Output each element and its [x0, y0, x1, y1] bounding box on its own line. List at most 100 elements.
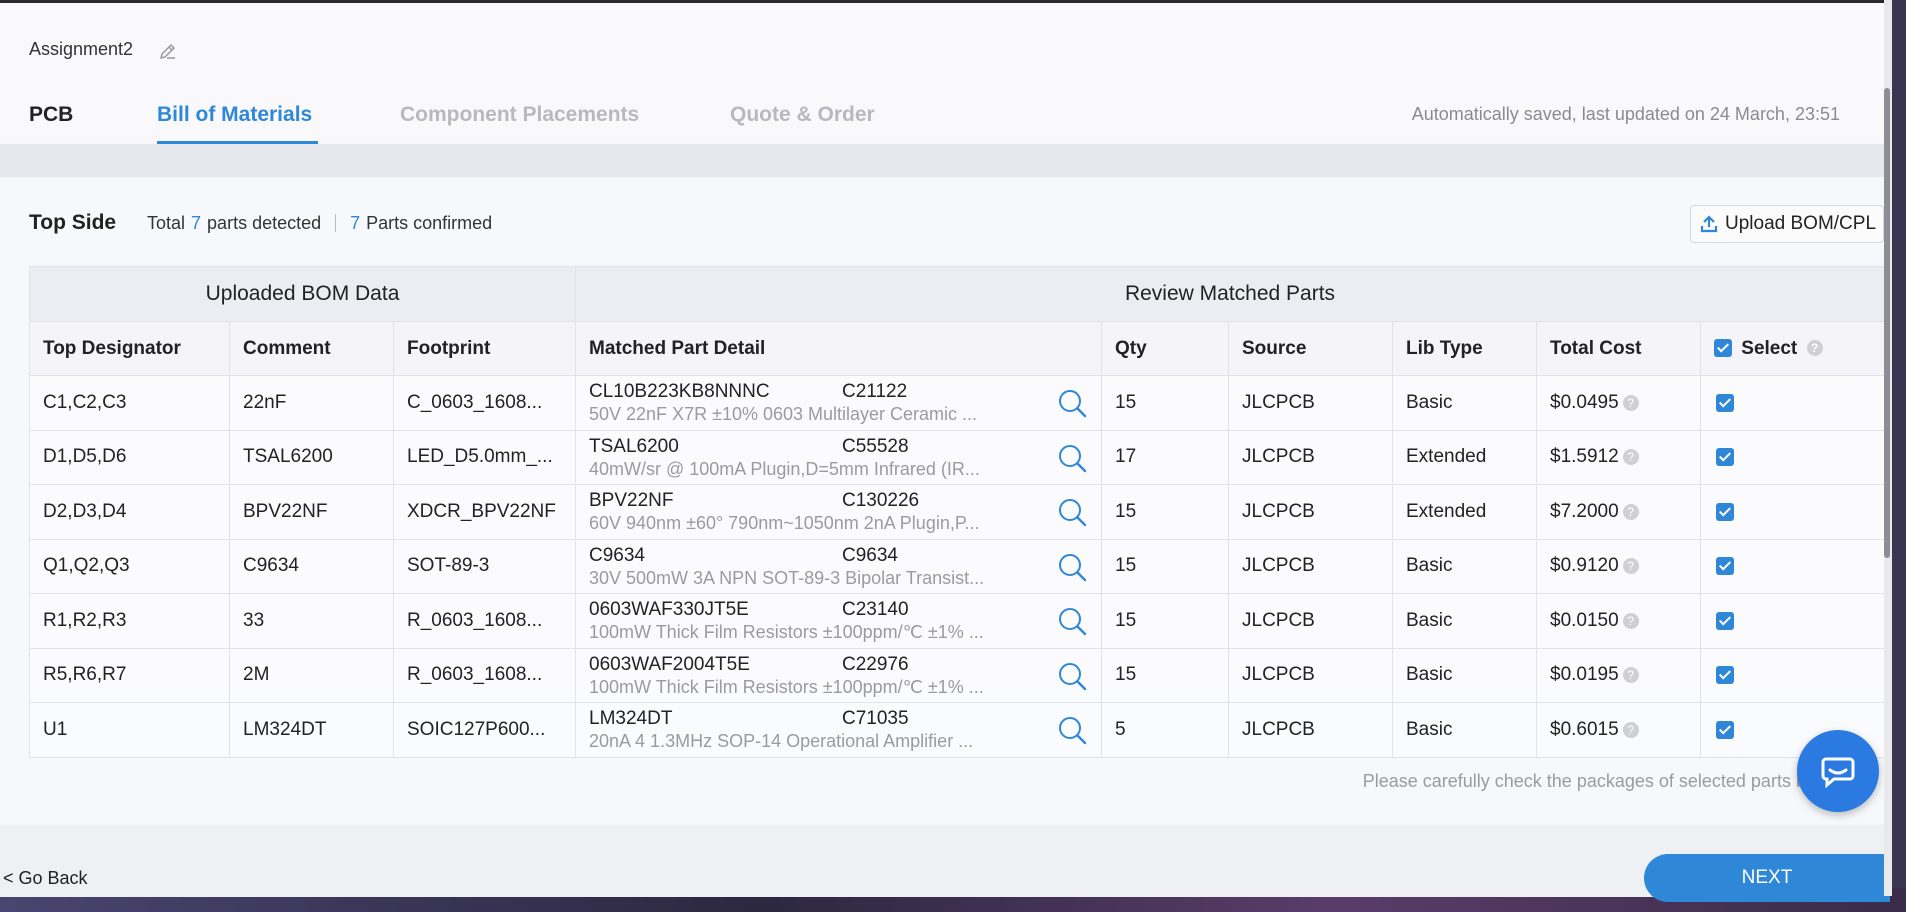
- row-select-checkbox[interactable]: [1716, 666, 1734, 685]
- search-part-icon[interactable]: [1057, 552, 1087, 582]
- table-row: C1,C2,C3 22nF C_0603_1608... CL10B223KB8NNN…: [29, 375, 1885, 431]
- select-label: Select: [1741, 337, 1798, 359]
- select-all-checkbox[interactable]: [1714, 339, 1732, 358]
- row-select-checkbox[interactable]: [1716, 448, 1734, 467]
- part-lcsc-code[interactable]: C130226: [842, 490, 919, 512]
- comment-cell: TSAL6200: [229, 429, 394, 485]
- help-icon[interactable]: ?: [1622, 721, 1639, 738]
- part-lcsc-code[interactable]: C22976: [842, 654, 909, 676]
- part-description: 60V 940nm ±60° 790nm~1050nm 2nA Plugin,P…: [589, 513, 980, 534]
- detected-label: parts detected: [207, 213, 322, 233]
- part-mpn[interactable]: CL10B223KB8NNNC: [589, 381, 842, 403]
- matched-part-cell: LM324DT C71035 20nA 4 1.3MHz SOP-14 Operat…: [575, 702, 1102, 758]
- matched-part-cell: BPV22NF C130226 60V 940nm ±60° 790nm~1050n…: [575, 484, 1102, 540]
- cost-value: $0.0495: [1550, 391, 1619, 413]
- part-mpn[interactable]: LM324DT: [589, 708, 842, 730]
- matched-part-cell: TSAL6200 C55528 40mW/sr @ 100mA Plugin,D=5…: [575, 429, 1102, 485]
- part-mpn[interactable]: 0603WAF2004T5E: [589, 654, 842, 676]
- matched-part-cell: C9634 C9634 30V 500mW 3A NPN SOT-89-3 Bipo…: [575, 538, 1102, 594]
- col-footprint: Footprint: [393, 321, 576, 376]
- lib-type-cell: Extended: [1392, 429, 1537, 485]
- table-row: D2,D3,D4 BPV22NF XDCR_BPV22NF BPV22NF C13022…: [29, 484, 1885, 540]
- row-select-checkbox[interactable]: [1716, 393, 1734, 412]
- table-row: R1,R2,R3 33 R_0603_1608... 0603WAF330JT5E C2…: [29, 593, 1885, 649]
- col-top-designator: Top Designator: [29, 321, 230, 376]
- search-part-icon[interactable]: [1057, 715, 1087, 745]
- tab-bill-of-materials[interactable]: Bill of Materials: [157, 103, 312, 127]
- search-part-icon[interactable]: [1057, 497, 1087, 527]
- qty-cell: 15: [1101, 538, 1229, 594]
- chat-support-button[interactable]: [1797, 730, 1879, 812]
- part-description: 40mW/sr @ 100mA Plugin,D=5mm Infrared (I…: [589, 458, 980, 479]
- col-lib-type: Lib Type: [1392, 321, 1537, 376]
- part-description: 100mW Thick Film Resistors ±100ppm/℃ ±1%…: [589, 676, 984, 697]
- table-header: Top Designator Comment Footprint Matched…: [29, 321, 1885, 376]
- confirmed-label: Parts confirmed: [366, 213, 493, 233]
- help-icon[interactable]: ?: [1622, 503, 1639, 520]
- upload-label: Upload BOM/CPL: [1725, 213, 1877, 234]
- help-icon[interactable]: ?: [1622, 394, 1639, 411]
- part-lcsc-code[interactable]: C71035: [842, 708, 909, 730]
- tab-pcb[interactable]: PCB: [29, 103, 73, 127]
- lib-type-cell: Basic: [1392, 375, 1537, 431]
- comment-cell: LM324DT: [229, 702, 394, 758]
- scrollbar-thumb[interactable]: [1884, 88, 1890, 558]
- go-back-link[interactable]: < Go Back: [3, 868, 88, 889]
- search-part-icon[interactable]: [1057, 606, 1087, 636]
- help-icon[interactable]: ?: [1806, 340, 1823, 357]
- search-part-icon[interactable]: [1057, 661, 1087, 691]
- row-select-checkbox[interactable]: [1716, 611, 1734, 630]
- comment-cell: 2M: [229, 647, 394, 703]
- lib-type-cell: Basic: [1392, 593, 1537, 649]
- help-icon[interactable]: ?: [1622, 612, 1639, 629]
- col-comment: Comment: [229, 321, 394, 376]
- part-lcsc-code[interactable]: C21122: [842, 381, 907, 403]
- search-part-icon[interactable]: [1057, 443, 1087, 473]
- table-row: D1,D5,D6 TSAL6200 LED_D5.0mm_... TSAL6200 C5…: [29, 429, 1885, 485]
- total-cost-cell: $0.9120?: [1536, 538, 1701, 594]
- total-cost-cell: $1.5912?: [1536, 429, 1701, 485]
- designator-cell: C1,C2,C3: [29, 375, 230, 431]
- part-mpn[interactable]: BPV22NF: [589, 490, 842, 512]
- tab-component-placements[interactable]: Component Placements: [400, 103, 639, 127]
- upload-bom-cpl-button[interactable]: Upload BOM/CPL: [1690, 205, 1884, 243]
- part-mpn[interactable]: TSAL6200: [589, 436, 842, 458]
- table-row: Q1,Q2,Q3 C9634 SOT-89-3 C9634 C9634 30V 500mW…: [29, 538, 1885, 594]
- divider-band: [0, 144, 1884, 177]
- help-icon[interactable]: ?: [1622, 449, 1639, 466]
- part-mpn[interactable]: C9634: [589, 545, 842, 567]
- edit-icon[interactable]: [158, 41, 178, 61]
- project-name: Assignment2: [29, 39, 134, 59]
- cost-value: $1.5912: [1550, 446, 1619, 468]
- search-part-icon[interactable]: [1057, 388, 1087, 418]
- select-cell: [1700, 484, 1885, 540]
- chat-icon: [1821, 757, 1855, 789]
- page-footer: [0, 825, 1884, 897]
- footprint-cell: XDCR_BPV22NF: [393, 484, 576, 540]
- table-row: U1 LM324DT SOIC127P600... LM324DT C71035 20nA…: [29, 702, 1885, 758]
- total-cost-cell: $0.0195?: [1536, 647, 1701, 703]
- cost-value: $0.6015: [1550, 718, 1619, 740]
- next-button[interactable]: NEXT: [1644, 854, 1890, 902]
- tab-quote-order[interactable]: Quote & Order: [730, 103, 875, 127]
- footprint-cell: SOIC127P600...: [393, 702, 576, 758]
- row-select-checkbox[interactable]: [1716, 720, 1734, 739]
- part-lcsc-code[interactable]: C9634: [842, 545, 898, 567]
- bom-table: Uploaded BOM Data Review Matched Parts T…: [29, 266, 1885, 758]
- part-lcsc-code[interactable]: C55528: [842, 436, 909, 458]
- col-total-cost: Total Cost: [1536, 321, 1701, 376]
- help-icon[interactable]: ?: [1622, 558, 1639, 575]
- part-lcsc-code[interactable]: C23140: [842, 599, 909, 621]
- upload-icon: [1700, 215, 1718, 233]
- part-mpn[interactable]: 0603WAF330JT5E: [589, 599, 842, 621]
- table-group-header: Uploaded BOM Data Review Matched Parts: [29, 266, 1885, 322]
- part-description: 20nA 4 1.3MHz SOP-14 Operational Amplifi…: [589, 731, 974, 752]
- qty-cell: 15: [1101, 647, 1229, 703]
- designator-cell: D1,D5,D6: [29, 429, 230, 485]
- row-select-checkbox[interactable]: [1716, 502, 1734, 521]
- page-header: Assignment2 PCB Bill of Materials Compon…: [0, 3, 1884, 143]
- select-cell: [1700, 593, 1885, 649]
- total-cost-cell: $0.6015?: [1536, 702, 1701, 758]
- help-icon[interactable]: ?: [1622, 667, 1639, 684]
- row-select-checkbox[interactable]: [1716, 557, 1734, 576]
